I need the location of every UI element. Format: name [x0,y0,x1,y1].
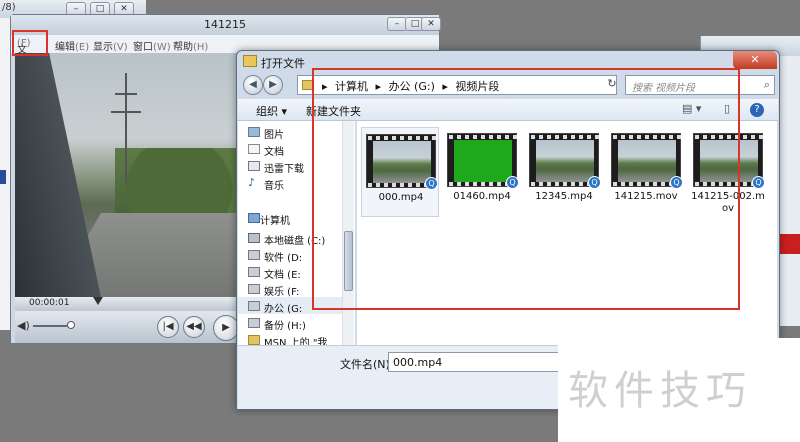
documents-icon [248,144,260,154]
playhead-icon[interactable] [93,297,103,305]
background-window-title: /8) [2,2,16,13]
nav-drive-g[interactable]: 办公 (G: [264,300,302,315]
selection-marker [0,170,6,184]
playback-time: 00:00:01 [29,298,70,308]
player-minimize-icon[interactable]: – [387,17,407,31]
drive-icon [248,318,260,328]
help-icon[interactable]: ? [750,103,764,117]
drive-icon [248,250,260,260]
volume-knob-icon[interactable] [67,321,75,329]
dialog-title: 打开文件 [261,57,305,70]
drive-icon [248,284,260,294]
quicktime-badge-icon: Q [752,176,765,189]
player-titlebar: 141215 – □ ✕ [11,15,441,35]
skip-back-icon[interactable]: |◀ [157,316,179,338]
nav-computer[interactable]: 计算机 [260,212,290,227]
menu-help-key: (H) [193,42,209,53]
nav-pictures[interactable]: 图片 [264,126,284,141]
nav-drive-e[interactable]: 文档 (E: [264,266,301,281]
video-pylon-arm [111,111,141,113]
menu-window-label: 窗口 [133,42,153,53]
menu-edit-label: 编辑 [55,42,75,53]
video-pylon-arm [115,93,137,95]
pictures-icon [248,127,260,137]
video-pylon [125,73,127,183]
volume-icon[interactable]: ◀) [17,319,30,332]
video-car-pillar [15,53,101,297]
music-icon: ♪ [248,176,256,189]
rewind-icon[interactable]: ◀◀ [183,316,205,338]
player-title: 141215 [204,18,246,31]
nav-msn[interactable]: MSN 上的 "我 [264,334,327,345]
nav-thunder-downloads[interactable]: 迅雷下载 [264,160,304,175]
menu-view[interactable]: 显示(V) [93,38,128,53]
back-icon[interactable]: ◀ [243,75,263,95]
computer-icon [248,213,260,223]
nav-drive-h[interactable]: 备份 (H:) [264,317,306,332]
watermark: 软件技巧 [558,338,800,442]
downloads-icon [248,161,260,171]
filename-input[interactable]: 000.mp4 [388,352,568,372]
player-close-icon[interactable]: ✕ [421,17,441,31]
drive-icon [248,301,260,311]
highlight-file-menu [12,30,48,56]
menu-window-key: (W) [153,42,171,53]
menu-window[interactable]: 窗口(W) [133,38,171,53]
nav-drive-f[interactable]: 娱乐 (F: [264,283,299,298]
nav-documents[interactable]: 文档 [264,143,284,158]
menu-edit[interactable]: 编辑(E) [55,38,89,53]
dialog-close-icon[interactable]: ✕ [733,51,777,69]
nav-drive-d[interactable]: 软件 (D: [264,249,302,264]
drive-icon [248,233,260,243]
highlight-file-area [312,68,740,310]
drive-icon [248,267,260,277]
folder-icon [248,335,260,345]
menu-help[interactable]: 帮助(H) [173,38,208,53]
menu-help-label: 帮助 [173,42,193,53]
organize-button[interactable]: 组织 ▾ [256,103,287,119]
filename-label: 文件名(N): [340,358,394,371]
nav-music[interactable]: 音乐 [264,177,284,192]
watermark-text: 软件技巧 [568,368,752,414]
menu-edit-key: (E) [75,42,90,53]
menu-view-label: 显示 [93,42,113,53]
search-icon[interactable]: ⌕ [764,78,770,92]
forward-icon[interactable]: ▶ [263,75,283,95]
menu-view-key: (V) [113,42,128,53]
folder-icon [243,55,257,67]
